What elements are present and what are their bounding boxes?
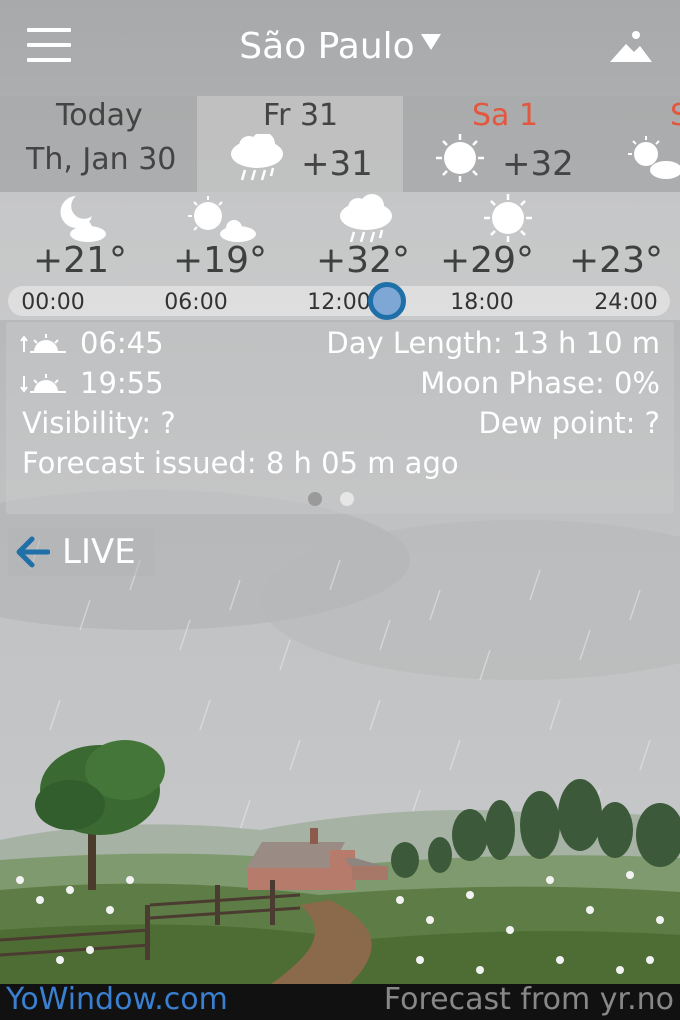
- landscape-icon[interactable]: [608, 28, 654, 66]
- page-dot[interactable]: [340, 492, 354, 506]
- sunrise-time: 06:45: [80, 326, 164, 360]
- tab-today-label: Today: [56, 98, 143, 133]
- sunset-time: 19:55: [80, 366, 164, 400]
- details-panel[interactable]: 06:45 Day Length: 13 h 10 m 19:55 Moon P…: [6, 322, 674, 514]
- sun-cloud-icon: [628, 136, 680, 179]
- city-name[interactable]: São Paulo: [239, 26, 414, 67]
- sun-icon: [436, 134, 484, 182]
- tab-sunday[interactable]: S: [606, 96, 680, 192]
- back-arrow-icon: [16, 536, 50, 568]
- rain-icon: [340, 194, 392, 243]
- tab-friday[interactable]: Fr 31 +31: [197, 96, 403, 192]
- hour-temp: +23°: [569, 240, 663, 281]
- dropdown-caret-icon: [420, 34, 441, 50]
- sunrise-icon: [20, 334, 66, 353]
- sun-icon: [484, 194, 532, 242]
- sun-cloud-icon: [188, 196, 256, 242]
- forecast-source-link[interactable]: Forecast from yr.no: [384, 982, 674, 1017]
- time-tick: 18:00: [450, 290, 514, 315]
- tab-friday-label: Fr 31: [263, 98, 339, 133]
- moon-phase: Moon Phase: 0%: [420, 366, 660, 400]
- tab-saturday[interactable]: Sa 1 +32: [404, 96, 602, 192]
- tab-saturday-temp: +32: [502, 144, 574, 184]
- day-length: Day Length: 13 h 10 m: [326, 326, 660, 360]
- dew-point: Dew point: ?: [478, 406, 660, 440]
- hour-temp: +32°: [316, 240, 410, 281]
- rain-icon: [231, 134, 283, 181]
- time-tick: 06:00: [164, 290, 228, 315]
- city-selector[interactable]: São Paulo: [0, 26, 680, 67]
- forecast-issued: Forecast issued: 8 h 05 m ago: [22, 446, 459, 480]
- sunset-icon: [20, 374, 66, 393]
- live-button[interactable]: LIVE: [8, 528, 154, 576]
- hour-temp: +19°: [173, 240, 267, 281]
- moon-cloud-icon: [60, 196, 106, 242]
- top-bar: São Paulo: [0, 0, 680, 96]
- footer: YoWindow.com Forecast from yr.no: [0, 982, 680, 1020]
- tab-sunday-label: S: [670, 98, 680, 133]
- tab-today[interactable]: Today Th, Jan 30: [0, 96, 196, 192]
- yowindow-link[interactable]: YoWindow.com: [6, 982, 228, 1017]
- visibility: Visibility: ?: [22, 406, 176, 440]
- day-tabs: Today Th, Jan 30 Fr 31 +31 Sa 1 +32 S: [0, 96, 680, 192]
- hourly-forecast: +21° +19° +32° +29° +23° 00:00 06:00 12:…: [0, 192, 680, 320]
- tab-today-date: Th, Jan 30: [26, 142, 177, 177]
- live-label: LIVE: [62, 532, 136, 572]
- tab-friday-temp: +31: [301, 144, 373, 184]
- time-tick: 00:00: [21, 290, 85, 315]
- time-tick: 24:00: [594, 290, 658, 315]
- hour-temp: +21°: [33, 240, 127, 281]
- tab-saturday-label: Sa 1: [472, 98, 539, 133]
- timeline-slider-knob[interactable]: [368, 282, 406, 320]
- hour-temp: +29°: [440, 240, 534, 281]
- page-dot-active[interactable]: [308, 492, 322, 506]
